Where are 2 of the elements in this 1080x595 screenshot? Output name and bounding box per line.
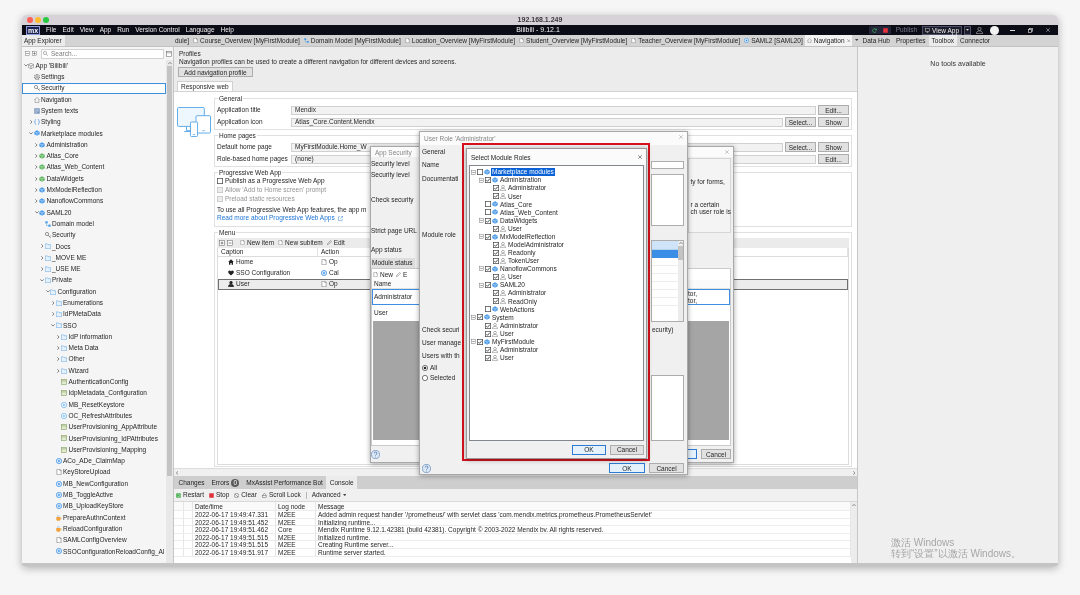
activation-notice: 转到“设置”以激活 Windows。 [891, 548, 1021, 559]
activation-notice: 激活 Windows [891, 537, 955, 548]
